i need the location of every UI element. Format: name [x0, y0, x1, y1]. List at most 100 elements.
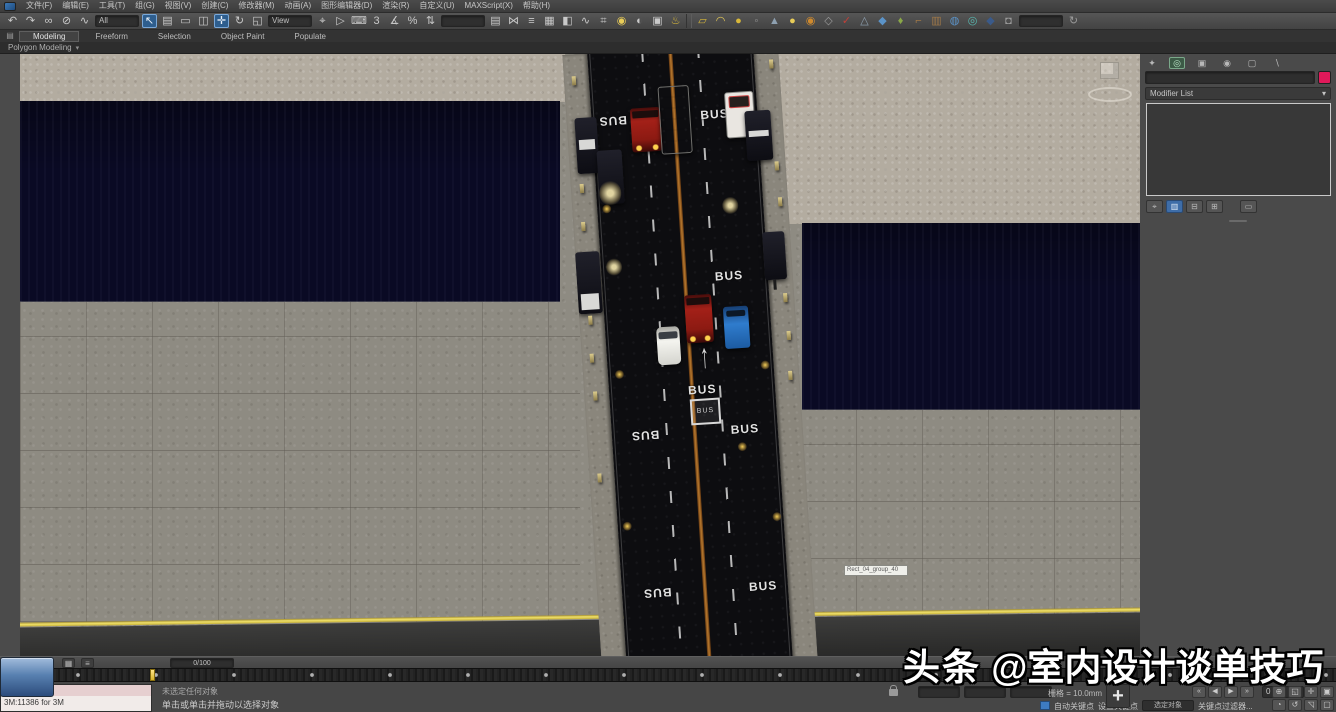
- script-loop-icon[interactable]: ↻: [1066, 14, 1081, 28]
- select-by-name-icon[interactable]: ▤: [160, 14, 175, 28]
- selection-region-icon[interactable]: ▭: [178, 14, 193, 28]
- redo-icon[interactable]: ↷: [23, 14, 38, 28]
- edit-named-sets-icon[interactable]: ▤: [488, 14, 503, 28]
- object-name-field[interactable]: [1145, 71, 1315, 84]
- vehicle-red-bus-mid[interactable]: [684, 293, 715, 344]
- script-bud-icon[interactable]: ♦: [893, 14, 908, 28]
- bind-spacewarp-icon[interactable]: ∿: [77, 14, 92, 28]
- undo-icon[interactable]: ↶: [5, 14, 20, 28]
- script-gem-icon[interactable]: ◆: [983, 14, 998, 28]
- script-check-icon[interactable]: ✓: [839, 14, 854, 28]
- script-field[interactable]: [1019, 15, 1063, 27]
- auto-key-button[interactable]: 自动关键点: [1054, 701, 1094, 712]
- select-manipulate-icon[interactable]: ▷: [333, 14, 348, 28]
- select-scale-icon[interactable]: ◱: [250, 14, 265, 28]
- graphite-toggle-icon[interactable]: ◧: [560, 14, 575, 28]
- menu-tools[interactable]: 工具(T): [99, 0, 125, 12]
- viewport-layout-icon[interactable]: ▢: [1320, 699, 1334, 711]
- ribbon-tab-selection[interactable]: Selection: [144, 31, 205, 42]
- menu-graph-editors[interactable]: 图形编辑器(D): [321, 0, 372, 12]
- select-move-icon[interactable]: ✛: [214, 14, 229, 28]
- time-slider-readout[interactable]: 0/100: [170, 657, 234, 668]
- orbit-tool-icon[interactable]: ↺: [1288, 699, 1302, 711]
- ribbon-tab-freeform[interactable]: Freeform: [81, 31, 141, 42]
- vehicle-white-truck[interactable]: [657, 84, 693, 155]
- menu-customize[interactable]: 自定义(U): [419, 0, 454, 12]
- default-in-out-tangent-icon[interactable]: [1040, 701, 1050, 710]
- script-globe2-icon[interactable]: ◎: [965, 14, 980, 28]
- script-drop-icon[interactable]: ◆: [875, 14, 890, 28]
- chevron-down-icon[interactable]: ▾: [76, 44, 80, 52]
- time-slider-handle[interactable]: [150, 669, 155, 681]
- script-sphere-icon[interactable]: ●: [731, 14, 746, 28]
- menu-create[interactable]: 创建(C): [201, 0, 228, 12]
- ribbon-tab-populate[interactable]: Populate: [280, 31, 340, 42]
- remove-modifier-button[interactable]: ⊞: [1206, 200, 1223, 213]
- menu-help[interactable]: 帮助(H): [523, 0, 550, 12]
- modifier-list-dropdown[interactable]: Modifier List ▾: [1145, 87, 1331, 100]
- perspective-viewport[interactable]: BUS BUS BUS ↑ BUS BUS BUS BUS BUS BUS Re…: [20, 54, 1140, 656]
- menu-group[interactable]: 组(G): [135, 0, 155, 12]
- ribbon-tab-modeling[interactable]: Modeling: [19, 30, 80, 42]
- unlink-icon[interactable]: ⊘: [59, 14, 74, 28]
- snap-3d-icon[interactable]: 3: [369, 14, 384, 28]
- keyboard-override-icon[interactable]: ⌨: [351, 14, 367, 28]
- script-lock-icon[interactable]: ◘: [1001, 14, 1016, 28]
- menu-modifiers[interactable]: 修改器(M): [238, 0, 274, 12]
- spinner-snap-icon[interactable]: ⇅: [423, 14, 438, 28]
- vehicle-blue-car[interactable]: [722, 305, 751, 350]
- render-production-icon[interactable]: ♨: [668, 14, 683, 28]
- select-rotate-icon[interactable]: ↻: [232, 14, 247, 28]
- vehicle-truck-white-back[interactable]: [575, 251, 603, 315]
- mini-curve-editor-button[interactable]: [0, 657, 54, 697]
- tab-modify[interactable]: ◎: [1169, 57, 1185, 69]
- key-filters-button[interactable]: 关键点过滤器...: [1198, 701, 1253, 712]
- building-roof-left[interactable]: [20, 101, 560, 302]
- script-folder-icon[interactable]: ▱: [695, 14, 710, 28]
- app-logo-icon[interactable]: [4, 1, 16, 11]
- menu-animation[interactable]: 动画(A): [284, 0, 311, 12]
- vehicle-dark-van-left[interactable]: [574, 116, 600, 175]
- menu-views[interactable]: 视图(V): [165, 0, 192, 12]
- use-pivot-center-icon[interactable]: ⌖: [315, 14, 330, 28]
- schematic-view-icon[interactable]: ⌗: [596, 14, 611, 28]
- script-globe-icon[interactable]: ◍: [947, 14, 962, 28]
- selection-filter-dropdown[interactable]: All: [95, 15, 139, 27]
- selection-set-dropdown[interactable]: 选定对象: [1142, 700, 1194, 711]
- rollout-splitter[interactable]: [1229, 220, 1247, 222]
- link-icon[interactable]: ∞: [41, 14, 56, 28]
- pin-stack-button[interactable]: ⌖: [1146, 200, 1163, 213]
- vehicle-red-bus-top[interactable]: [629, 106, 663, 153]
- track-list-icon[interactable]: ≡: [81, 657, 94, 668]
- script-orange-icon[interactable]: ◉: [803, 14, 818, 28]
- tab-display[interactable]: ▢: [1244, 57, 1260, 69]
- align-icon[interactable]: ≡: [524, 14, 539, 28]
- ribbon-config-icon[interactable]: ▤: [3, 31, 17, 41]
- script-mountain-icon[interactable]: ▲: [767, 14, 782, 28]
- tab-create[interactable]: ✦: [1144, 57, 1160, 69]
- ribbon-tab-object-paint[interactable]: Object Paint: [207, 31, 279, 42]
- tab-utilities[interactable]: ∖: [1269, 57, 1285, 69]
- script-sun-icon[interactable]: ●: [785, 14, 800, 28]
- dumpster-right-sidewalk[interactable]: [762, 231, 788, 281]
- script-dome-icon[interactable]: ◠: [713, 14, 728, 28]
- curve-editor-icon[interactable]: ∿: [578, 14, 593, 28]
- script-crate-icon[interactable]: ▥: [929, 14, 944, 28]
- make-unique-button[interactable]: ⊟: [1186, 200, 1203, 213]
- selection-lock-icon[interactable]: [889, 685, 898, 696]
- tab-hierarchy[interactable]: ▣: [1194, 57, 1210, 69]
- polygon-modeling-panel[interactable]: Polygon Modeling: [8, 43, 72, 52]
- vehicle-white-car[interactable]: [656, 326, 682, 366]
- road-corridor[interactable]: BUS BUS BUS ↑ BUS BUS BUS BUS BUS BUS: [562, 54, 818, 656]
- menu-rendering[interactable]: 渲染(R): [382, 0, 409, 12]
- track-grid-icon[interactable]: ▦: [62, 657, 75, 668]
- maxscript-listener-line[interactable]: 3M:11386 for 3M: [1, 696, 151, 711]
- reference-coordinate-dropdown[interactable]: View: [268, 15, 312, 27]
- script-triangle-icon[interactable]: △: [857, 14, 872, 28]
- object-color-swatch[interactable]: [1318, 71, 1331, 84]
- menu-maxscript[interactable]: MAXScript(X): [464, 0, 512, 12]
- mirror-icon[interactable]: ⋈: [506, 14, 521, 28]
- rendered-frame-icon[interactable]: ▣: [650, 14, 665, 28]
- script-dot-icon[interactable]: ◦: [749, 14, 764, 28]
- percent-snap-icon[interactable]: %: [405, 14, 420, 28]
